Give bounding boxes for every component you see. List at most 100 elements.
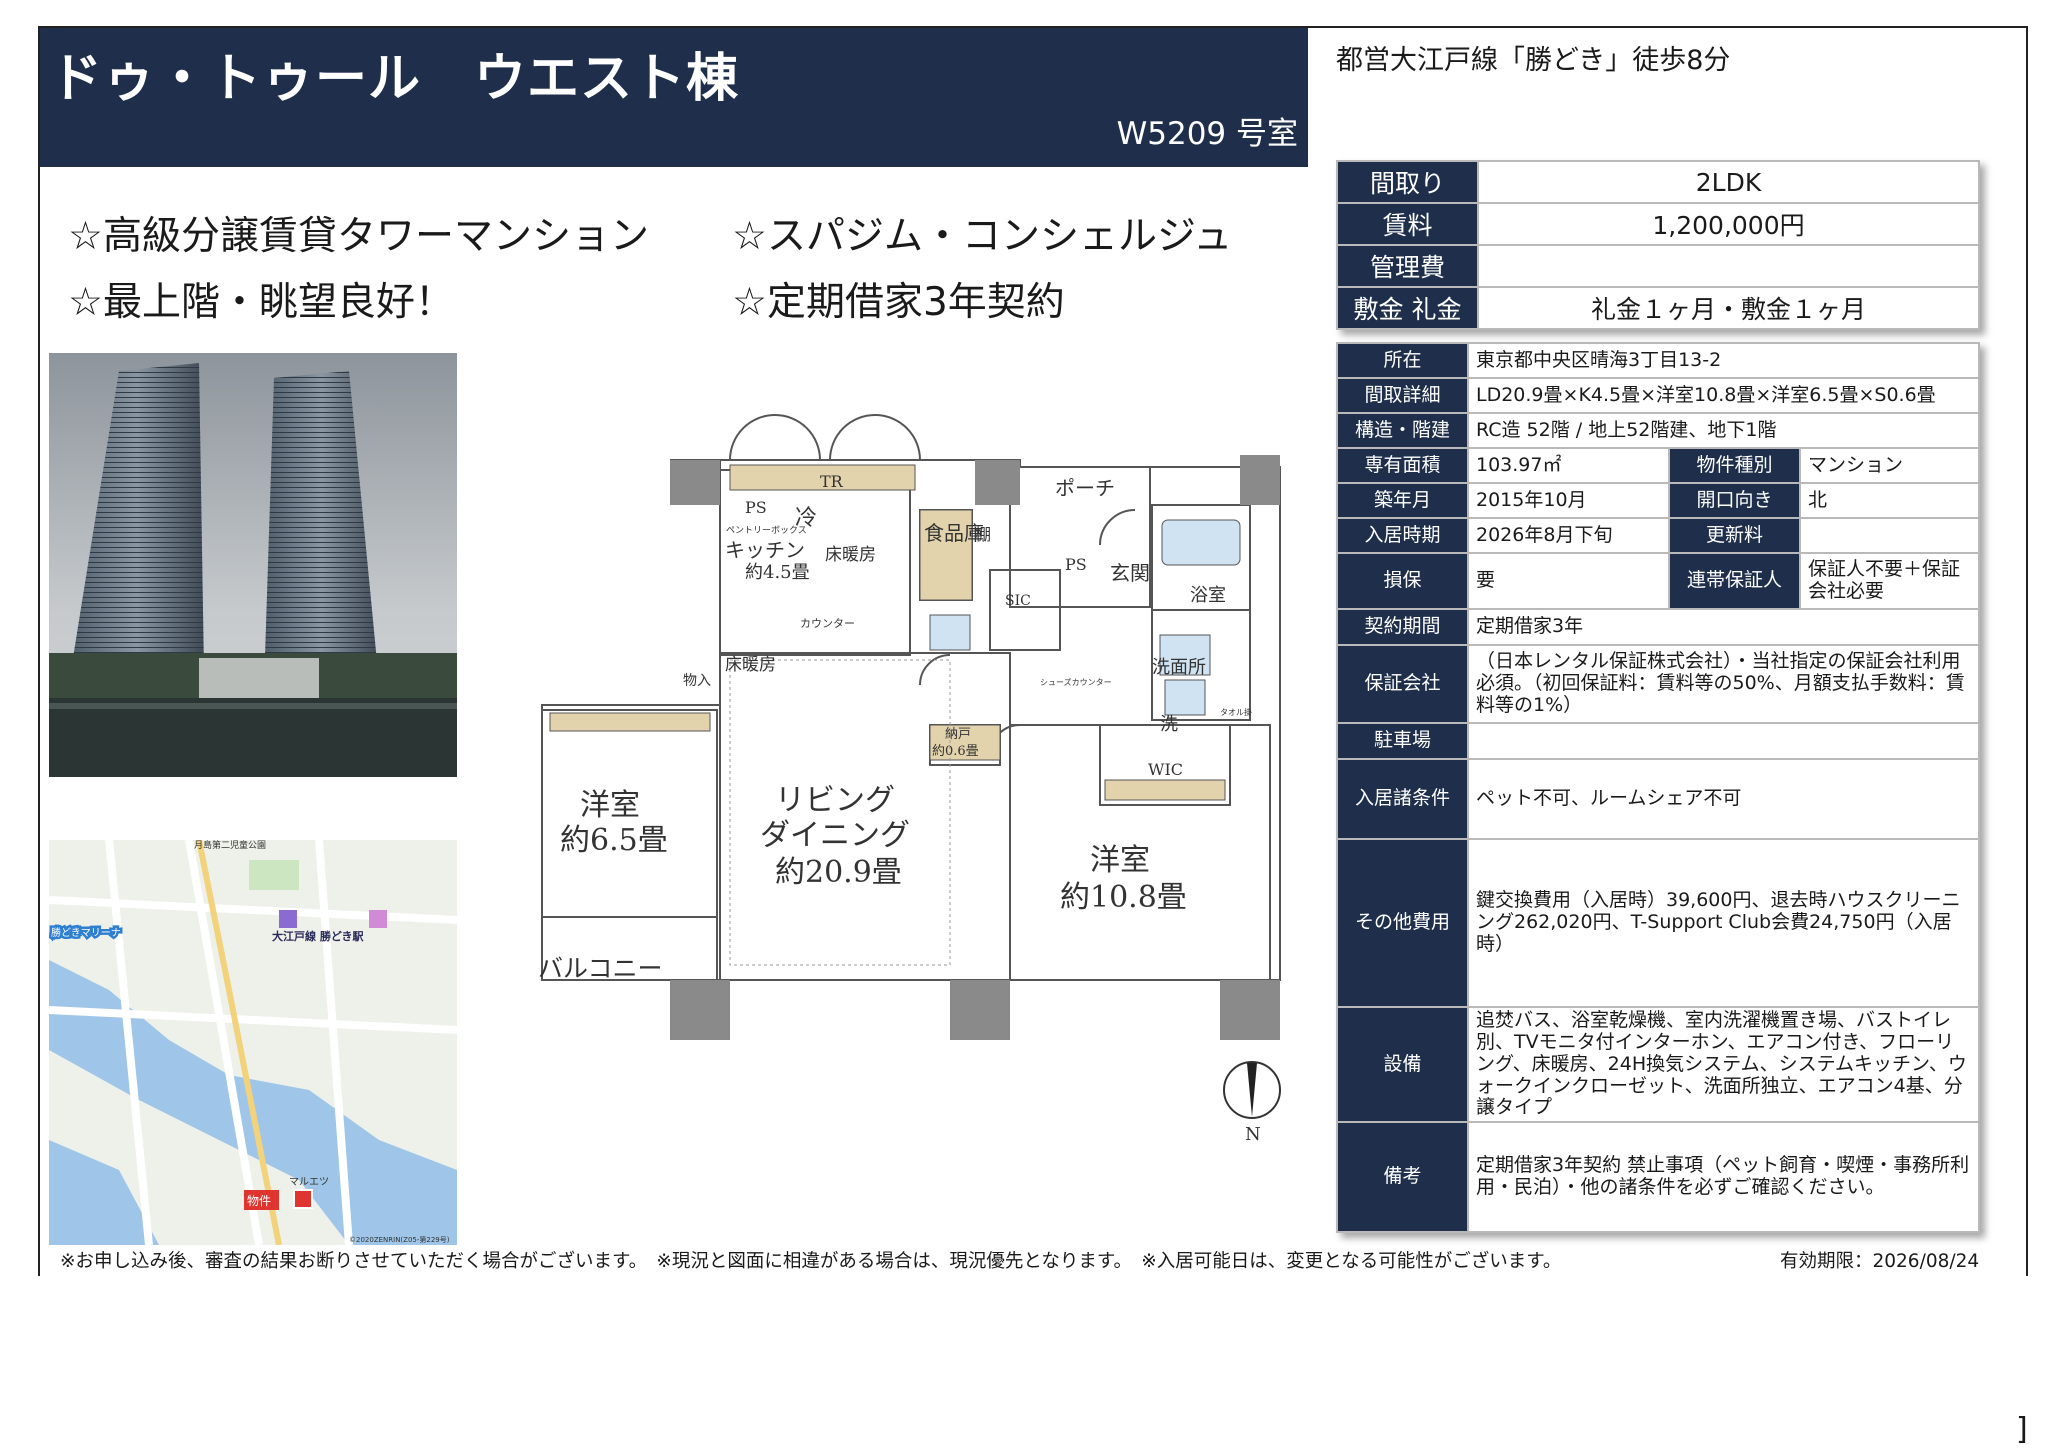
detail-value: （日本レンタル保証株式会社）・当社指定の保証会社利用必須。（初回保証料：賃料等の…: [1467, 644, 1980, 724]
summary-label: 賃料: [1336, 202, 1479, 246]
summary-value: [1477, 244, 1980, 288]
table-row: 備考 定期借家3年契約 禁止事項（ペット飼育・喫煙・事務所利用・民泊）・他の諸条…: [1336, 1121, 1980, 1234]
table-row: 所在 東京都中央区晴海3丁目13-2: [1336, 342, 1980, 379]
detail-label: 間取詳細: [1336, 377, 1469, 414]
map-label-maruetsu: マルエツ: [289, 1177, 329, 1188]
table-row: 駐車場: [1336, 722, 1980, 760]
footer-notes: ※お申し込み後、審査の結果お断りさせていただく場合がございます。 ※現況と図面に…: [60, 1251, 1562, 1272]
plan-living-1: リビング: [775, 783, 895, 818]
feature-2: ☆スパジム・コンシェルジュ: [732, 214, 1233, 259]
plan-room1-size: 約6.5畳: [560, 823, 668, 858]
detail-label: 連帯保証人: [1668, 552, 1801, 610]
summary-label: 管理費: [1336, 244, 1479, 288]
detail-value: ペット不可、ルームシェア不可: [1467, 758, 1980, 840]
detail-label: 開口向き: [1668, 482, 1801, 519]
plan-wic: WIC: [1148, 760, 1183, 779]
detail-value: [1799, 517, 1980, 554]
plan-floor-heat-2: 床暖房: [725, 655, 776, 675]
detail-label: 保証会社: [1336, 644, 1469, 724]
table-row: 賃料 1,200,000円: [1336, 202, 1980, 246]
plan-bath: 浴室: [1190, 585, 1226, 606]
table-row: その他費用 鍵交換費用（入居時）39,600円、退去時ハウスクリーニング262,…: [1336, 838, 1980, 1008]
map-label-park: 月島第二児童公園: [194, 840, 266, 851]
summary-value: 1,200,000円: [1477, 202, 1980, 246]
detail-value: RC造 52階 / 地上52階建、地下1階: [1467, 412, 1980, 449]
plan-tr: TR: [820, 472, 844, 491]
table-row: 設備 追焚バス、浴室乾燥機、室内洗濯機置き場、バストイレ別、TVモニタ付インター…: [1336, 1005, 1980, 1124]
detail-label: 専有面積: [1336, 447, 1469, 484]
plan-storage-size: 約0.6畳: [932, 744, 979, 759]
detail-value: 2026年8月下旬: [1467, 517, 1670, 554]
detail-value: 定期借家3年: [1467, 608, 1980, 646]
detail-label: 所在: [1336, 342, 1469, 379]
detail-label: 構造・階建: [1336, 412, 1469, 449]
validity-date: 有効期限：2026/08/24: [1780, 1251, 1980, 1272]
feature-3: ☆最上階・眺望良好！: [68, 280, 454, 325]
details-table: 所在 東京都中央区晴海3丁目13-2 間取詳細 LD20.9畳×K4.5畳×洋室…: [1336, 342, 1980, 1234]
area-map: 月島第二児童公園 勝どきマリーナ 大江戸線 勝どき駅 物件 マルエツ ©2020…: [49, 840, 457, 1245]
property-title: ドゥ・トゥール ウエスト棟: [50, 49, 740, 109]
plan-kitchen: キッチン: [725, 538, 805, 562]
detail-value: 鍵交換費用（入居時）39,600円、退去時ハウスクリーニング262,020円、T…: [1467, 838, 1980, 1008]
plan-kitchen-size: 約4.5畳: [745, 562, 810, 583]
plan-sic: SIC: [1005, 593, 1031, 609]
table-row: 専有面積 103.97㎡ 物件種別 マンション: [1336, 447, 1980, 484]
detail-value: 定期借家3年契約 禁止事項（ペット飼育・喫煙・事務所利用・民泊）・他の諸条件を必…: [1467, 1121, 1980, 1234]
table-row: 敷金 礼金 礼金１ヶ月・敷金１ヶ月: [1336, 286, 1980, 330]
plan-living-2: ダイニング: [760, 818, 910, 853]
detail-value: 103.97㎡: [1467, 447, 1670, 484]
detail-value: マンション: [1799, 447, 1980, 484]
feature-4: ☆定期借家3年契約: [732, 280, 1065, 325]
page-bracket: ]: [2016, 1412, 2028, 1447]
building-photo: [49, 353, 457, 777]
plan-room2: 洋室: [1090, 843, 1150, 878]
plan-towel: タオル掛: [1220, 707, 1252, 717]
table-row: 入居時期 2026年8月下旬 更新料: [1336, 517, 1980, 554]
detail-value: 追焚バス、浴室乾燥機、室内洗濯機置き場、バストイレ別、TVモニタ付インターホン、…: [1467, 1005, 1980, 1124]
detail-label: 入居諸条件: [1336, 758, 1469, 840]
floor-plan: TR PS PS 冷 ペントリーボックス キッチン 約4.5畳 床暖房 カウンタ…: [520, 395, 1290, 1155]
north-label: N: [1245, 1124, 1261, 1145]
table-row: 入居諸条件 ペット不可、ルームシェア不可: [1336, 758, 1980, 840]
feature-1: ☆高級分譲賃貸タワーマンション: [68, 214, 649, 259]
summary-value: 2LDK: [1477, 160, 1980, 204]
plan-shoe-counter: シューズカウンター: [1040, 677, 1112, 687]
plan-counter: カウンター: [800, 617, 855, 630]
detail-label: 更新料: [1668, 517, 1801, 554]
plan-ps2: PS: [1065, 555, 1087, 574]
map-copyright: ©2020ZENRIN(Z05-第229号): [349, 1235, 450, 1244]
summary-label: 間取り: [1336, 160, 1479, 204]
map-label-station: 大江戸線 勝どき駅: [272, 929, 364, 943]
detail-label: 契約期間: [1336, 608, 1469, 646]
detail-label: 備考: [1336, 1121, 1469, 1234]
detail-value: [1467, 722, 1980, 760]
plan-room1: 洋室: [580, 788, 640, 823]
detail-value: 北: [1799, 482, 1980, 519]
summary-label: 敷金 礼金: [1336, 286, 1479, 330]
station-access: 都営大江戸線「勝どき」徒歩8分: [1336, 45, 1731, 76]
table-row: 間取り 2LDK: [1336, 160, 1980, 204]
detail-label: 設備: [1336, 1005, 1469, 1124]
header-banner: ドゥ・トゥール ウエスト棟 W5209 号室: [40, 28, 1308, 167]
table-row: 築年月 2015年10月 開口向き 北: [1336, 482, 1980, 519]
detail-label: 駐車場: [1336, 722, 1469, 760]
plan-washroom: 洗面所: [1152, 657, 1206, 678]
plan-floor-heat-1: 床暖房: [825, 545, 876, 565]
table-row: 間取詳細 LD20.9畳×K4.5畳×洋室10.8畳×洋室6.5畳×S0.6畳: [1336, 377, 1980, 414]
plan-closet-in: 物入: [683, 673, 711, 689]
plan-storage: 納戸: [945, 727, 971, 742]
detail-label: 損保: [1336, 552, 1469, 610]
plan-entrance: 玄関: [1110, 561, 1150, 585]
table-row: 構造・階建 RC造 52階 / 地上52階建、地下1階: [1336, 412, 1980, 449]
table-row: 損保 要 連帯保証人 保証人不要＋保証会社必要: [1336, 552, 1980, 610]
plan-shelf: 棚: [975, 525, 991, 544]
plan-ps1: PS: [745, 498, 767, 517]
north-arrow-icon: N: [1223, 1061, 1281, 1145]
detail-value: 保証人不要＋保証会社必要: [1799, 552, 1980, 610]
detail-value: 要: [1467, 552, 1670, 610]
plan-room2-size: 約10.8畳: [1060, 880, 1187, 915]
table-row: 契約期間 定期借家3年: [1336, 608, 1980, 646]
plan-porch: ポーチ: [1055, 476, 1115, 500]
summary-value: 礼金１ヶ月・敷金１ヶ月: [1477, 286, 1980, 330]
detail-label: 築年月: [1336, 482, 1469, 519]
